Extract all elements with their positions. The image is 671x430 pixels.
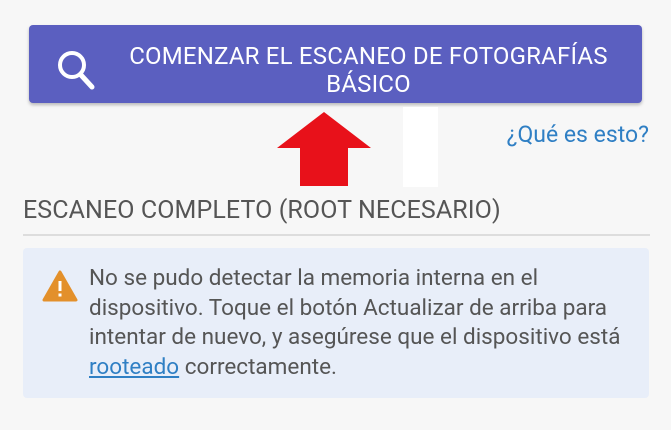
basic-photo-scan-button[interactable]: COMENZAR EL ESCANEO DE FOTOGRAFÍAS BÁSIC… (29, 25, 642, 103)
warning-message-end: correctamente. (179, 353, 337, 380)
warning-message: No se pudo detectar la memoria interna e… (89, 264, 634, 382)
storage-warning-alert: No se pudo detectar la memoria interna e… (23, 248, 649, 398)
rooted-link[interactable]: rooteado (89, 354, 179, 380)
page: COMENZAR EL ESCANEO DE FOTOGRAFÍAS BÁSIC… (0, 0, 671, 430)
warning-icon (42, 270, 78, 306)
warning-message-text: No se pudo detectar la memoria interna e… (89, 265, 621, 350)
full-scan-section-title: ESCANEO COMPLETO (ROOT NECESARIO) (23, 196, 501, 225)
section-divider (23, 234, 650, 236)
red-arrow-annotation (277, 112, 371, 190)
what-is-this-link[interactable]: ¿Qué es esto? (507, 121, 649, 148)
scan-button-label: COMENZAR EL ESCANEO DE FOTOGRAFÍAS BÁSIC… (129, 42, 608, 98)
white-block (403, 107, 438, 187)
